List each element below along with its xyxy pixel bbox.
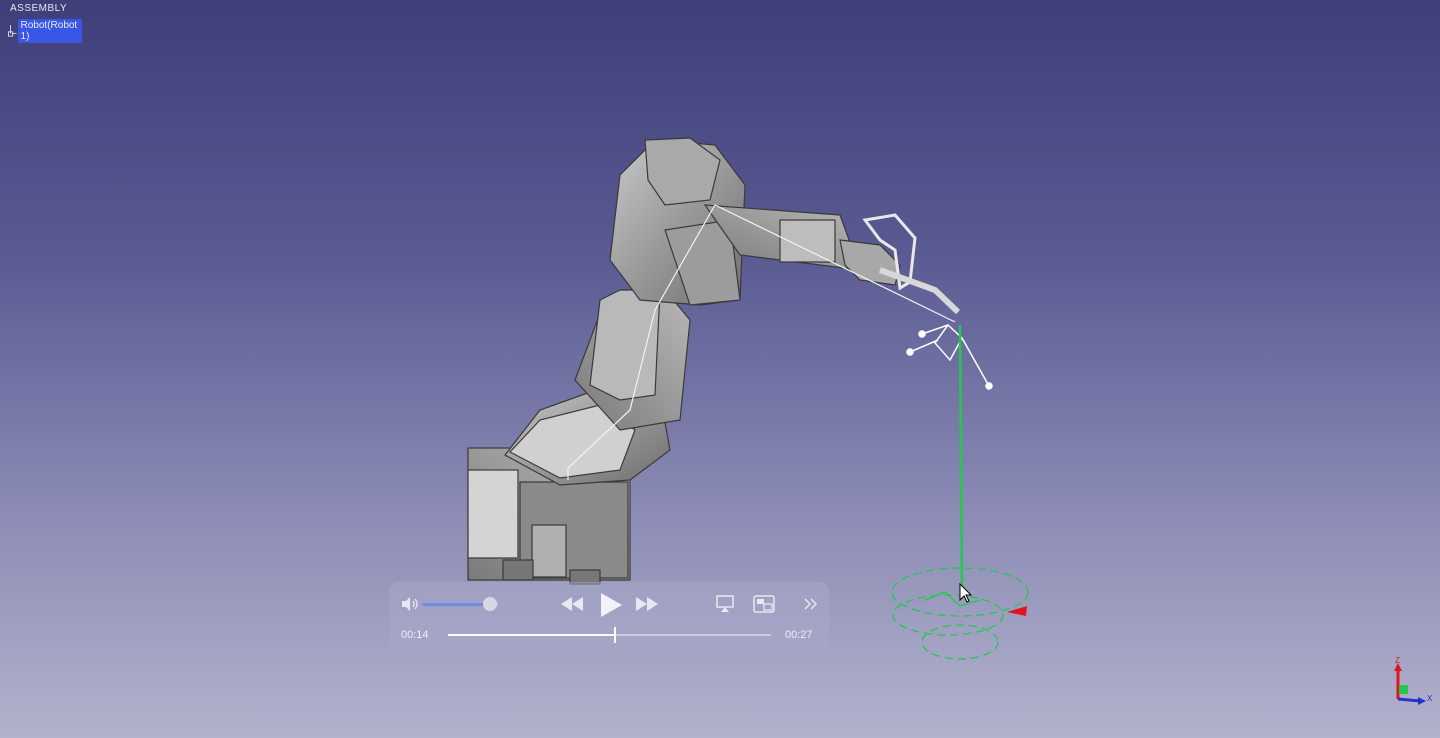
volume-fill — [422, 603, 491, 606]
current-time: 00:14 — [401, 629, 429, 641]
axis-x-label: X — [1427, 694, 1433, 703]
target-marker[interactable] — [1007, 606, 1027, 616]
fast-forward-icon[interactable] — [635, 596, 659, 612]
picture-in-picture-icon[interactable] — [753, 595, 775, 613]
airplay-icon[interactable] — [716, 595, 734, 613]
tool-frame-gizmo[interactable] — [906, 323, 993, 390]
video-player-controls[interactable]: 00:14 00:27 — [389, 582, 829, 652]
volume-knob[interactable] — [483, 597, 498, 611]
3d-viewport[interactable]: ASSEMBLY Robot(Robot 1) 00:14 00:27 Z X — [0, 0, 1440, 738]
volume-icon[interactable] — [400, 596, 420, 612]
axis-triad: Z X — [1394, 656, 1433, 705]
more-chevron-icon[interactable] — [803, 596, 819, 612]
seek-fill — [448, 634, 616, 636]
axis-z-label: Z — [1395, 656, 1400, 665]
play-icon[interactable] — [596, 591, 624, 619]
robot-arm-model[interactable] — [467, 137, 961, 585]
duration-time: 00:27 — [785, 629, 813, 641]
mouse-cursor-icon — [959, 582, 973, 603]
trajectory-path[interactable] — [891, 324, 1029, 660]
seek-knob[interactable] — [614, 627, 617, 643]
volume-slider[interactable] — [422, 597, 498, 611]
seek-bar[interactable] — [448, 627, 771, 643]
rewind-icon[interactable] — [560, 596, 584, 612]
